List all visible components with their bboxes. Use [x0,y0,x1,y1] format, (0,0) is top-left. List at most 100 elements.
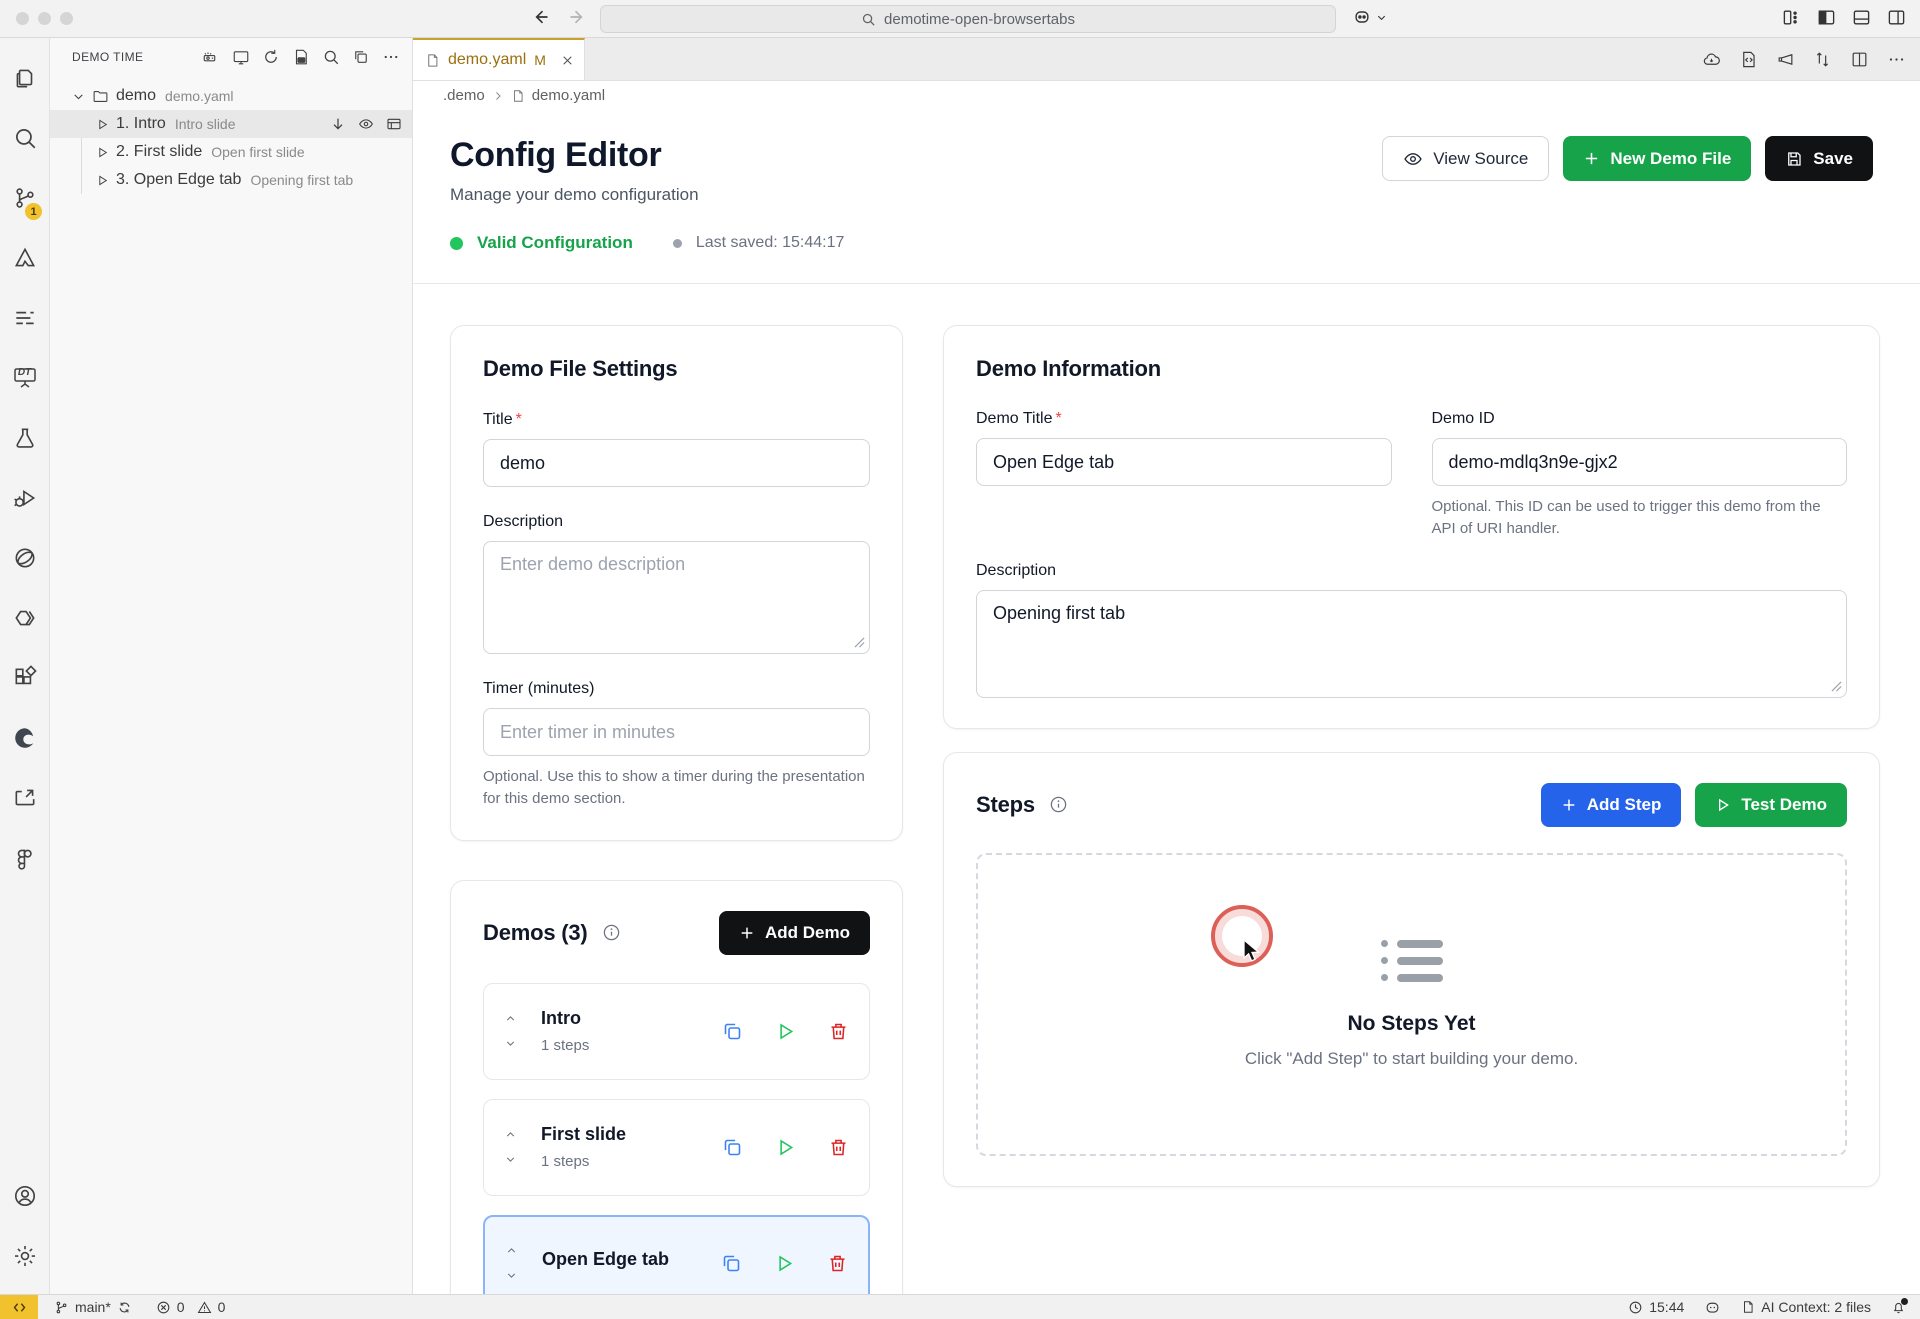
explorer-icon[interactable] [0,48,49,108]
accounts-icon[interactable] [0,1166,49,1226]
breadcrumb[interactable]: .demo demo.yaml [413,81,1920,110]
breadcrumb-parent[interactable]: .demo [443,87,485,104]
maximize-window-button[interactable] [60,12,73,25]
play-demo-icon[interactable] [775,1021,796,1042]
close-window-button[interactable] [16,12,29,25]
toggle-panel-icon[interactable] [1852,8,1871,27]
cloud-icon[interactable] [1702,50,1721,69]
move-up-icon[interactable] [504,1012,517,1025]
description-textarea[interactable] [483,541,870,654]
add-step-button[interactable]: Add Step [1541,783,1682,827]
breadcrumb-file[interactable]: demo.yaml [532,87,605,104]
azure-icon[interactable] [0,228,49,288]
duplicate-demo-icon[interactable] [722,1137,743,1158]
preview-eye-icon[interactable] [358,116,374,132]
tree-item-intro[interactable]: 1. Intro Intro slide [50,110,412,138]
clock-status[interactable]: 15:44 [1628,1299,1684,1315]
info-icon[interactable] [602,923,621,942]
compare-changes-icon[interactable] [1813,50,1832,69]
demo-time-icon[interactable]: DT [0,348,49,408]
tree-item-open-edge-tab[interactable]: 3. Open Edge tab Opening first tab [50,166,412,194]
tab-demo-yaml[interactable]: demo.yaml M [413,38,585,80]
test-demo-button[interactable]: Test Demo [1695,783,1847,827]
move-down-icon[interactable] [504,1153,517,1166]
output-list-icon[interactable] [0,288,49,348]
resize-grip-icon[interactable] [1831,681,1842,692]
timer-input[interactable] [483,708,870,756]
copilot-status[interactable] [1704,1299,1721,1316]
export-pdf-icon[interactable] [292,48,310,66]
demo-title-input[interactable] [976,438,1392,486]
demo-list-item[interactable]: First slide 1 steps [483,1099,870,1196]
move-up-icon[interactable] [504,1128,517,1141]
customize-layout-icon[interactable] [1782,8,1801,27]
play-demo-icon[interactable] [774,1253,795,1274]
demo-list-item-selected[interactable]: Open Edge tab [483,1215,870,1295]
forward-button[interactable] [568,7,588,27]
title-input[interactable] [483,439,870,487]
notifications-status[interactable] [1891,1300,1906,1315]
start-presentation-icon[interactable] [202,48,220,66]
demo-id-input[interactable] [1432,438,1848,486]
split-editor-icon[interactable] [1850,50,1869,69]
edge-browser-icon[interactable] [0,708,49,768]
view-source-button[interactable]: View Source [1382,136,1549,181]
move-down-icon[interactable] [505,1269,518,1282]
refresh-icon[interactable] [262,48,280,66]
tree-item-first-slide[interactable]: 2. First slide Open first slide [50,138,412,166]
window-controls[interactable] [16,12,73,25]
add-demo-button[interactable]: Add Demo [719,911,870,955]
delete-demo-icon[interactable] [827,1253,848,1274]
close-tab-icon[interactable] [561,54,574,67]
demo-list-item[interactable]: Intro 1 steps [483,983,870,1080]
search-view-icon[interactable] [0,108,49,168]
copilot-chat-icon[interactable] [0,528,49,588]
remote-indicator[interactable] [0,1295,38,1319]
delete-demo-icon[interactable] [828,1137,849,1158]
toggle-secondary-sidebar-icon[interactable] [1887,8,1906,27]
command-center-search[interactable]: demotime-open-browsertabs [600,5,1336,33]
branch-status[interactable]: main* [54,1299,132,1315]
copilot-menu[interactable] [1352,7,1387,27]
run-demo-icon[interactable] [96,146,109,159]
duplicate-demo-icon[interactable] [722,1021,743,1042]
source-control-icon[interactable]: 1 [0,168,49,228]
empty-list-icon [1381,940,1443,982]
run-debug-icon[interactable] [0,468,49,528]
delete-demo-icon[interactable] [828,1021,849,1042]
resize-grip-icon[interactable] [854,637,865,648]
back-button[interactable] [530,7,550,27]
more-actions-icon[interactable] [382,48,400,66]
extensions-icon[interactable] [0,648,49,708]
minimize-window-button[interactable] [38,12,51,25]
tree-folder-demo[interactable]: demo demo.yaml [50,82,412,110]
screen-icon[interactable] [232,48,250,66]
open-source-file-icon[interactable] [1739,50,1758,69]
new-demo-file-button[interactable]: New Demo File [1563,136,1751,181]
toggle-primary-sidebar-icon[interactable] [1817,8,1836,27]
settings-gear-icon[interactable] [0,1226,49,1286]
sync-icon[interactable] [117,1300,132,1315]
polyglot-icon[interactable] [0,588,49,648]
figma-icon[interactable] [0,828,49,888]
test-beaker-icon[interactable] [0,408,49,468]
move-down-icon[interactable] [330,116,346,132]
more-actions-icon[interactable] [1887,50,1906,69]
run-demo-icon[interactable] [96,174,109,187]
run-demo-icon[interactable] [96,118,109,131]
open-config-icon[interactable] [386,116,402,132]
move-up-icon[interactable] [505,1244,518,1257]
present-icon[interactable] [1776,50,1795,69]
steps-empty-dropzone[interactable]: No Steps Yet Click "Add Step" to start b… [976,853,1847,1156]
search-icon[interactable] [322,48,340,66]
play-demo-icon[interactable] [775,1137,796,1158]
info-icon[interactable] [1049,795,1068,814]
problems-status[interactable]: 0 0 [156,1299,226,1315]
live-preview-icon[interactable] [0,768,49,828]
ai-context-status[interactable]: AI Context: 2 files [1741,1299,1871,1315]
duplicate-demo-icon[interactable] [721,1253,742,1274]
clone-icon[interactable] [352,48,370,66]
demo-description-textarea[interactable]: Opening first tab [976,590,1847,698]
save-button[interactable]: Save [1765,136,1873,181]
move-down-icon[interactable] [504,1037,517,1050]
